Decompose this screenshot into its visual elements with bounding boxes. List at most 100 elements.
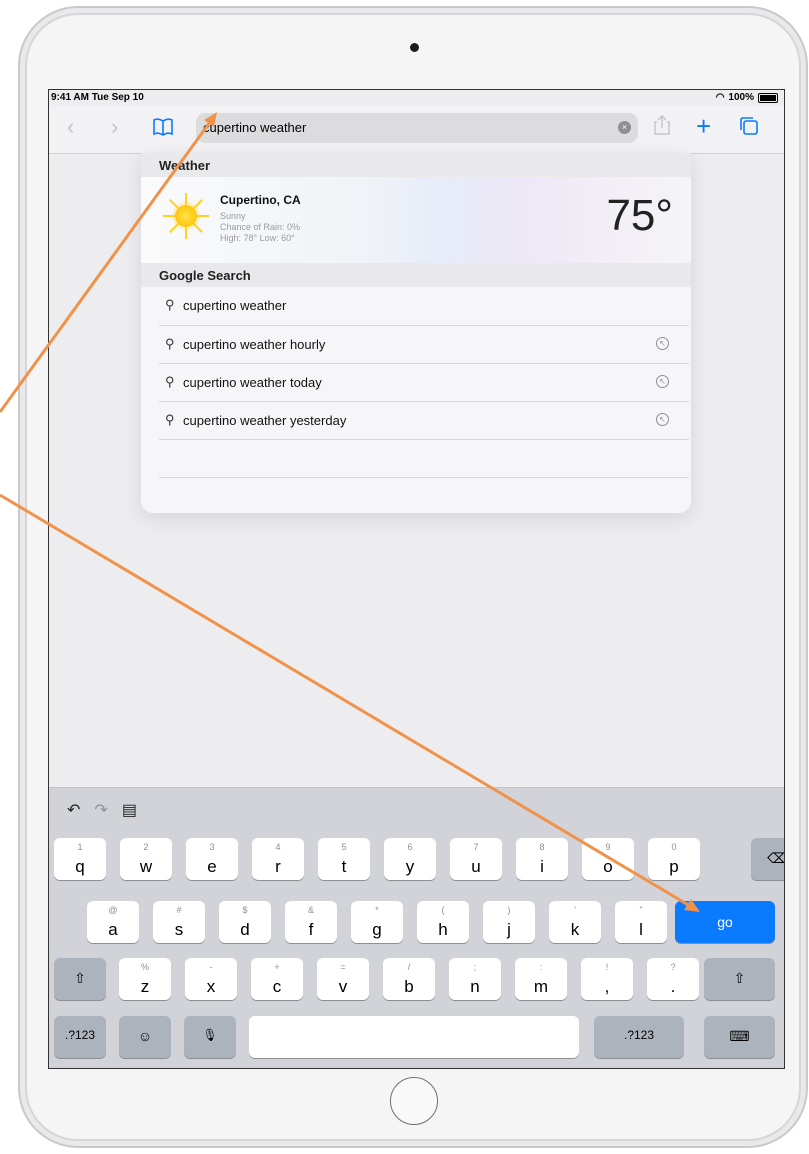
key-r[interactable]: 4r xyxy=(252,838,304,880)
key-c[interactable]: + c xyxy=(251,958,303,1000)
key-label: f xyxy=(308,920,314,939)
key-label: g xyxy=(372,920,382,939)
key-p[interactable]: 0p xyxy=(648,838,700,880)
key-alt-label: 7 xyxy=(473,842,479,852)
key-k[interactable]: ’ k xyxy=(549,901,601,943)
weather-card[interactable]: Cupertino, CA Sunny Chance of Rain: 0% H… xyxy=(141,177,691,263)
key-label: i xyxy=(540,857,544,876)
numbers-key-left[interactable]: .?123 xyxy=(54,1016,106,1058)
key-b[interactable]: / b xyxy=(383,958,435,1000)
key-alt-label: % xyxy=(140,962,149,972)
keyboard-dismiss-icon: ⌨ xyxy=(729,1028,750,1044)
key-z[interactable]: % z xyxy=(119,958,171,1000)
key-y[interactable]: 6y xyxy=(384,838,436,880)
onscreen-keyboard: ↶ ↷ ▤ 1q2w3e4r5t6y7u8i9o0p @ a # s $ d & f * g(h)… xyxy=(49,787,784,1068)
key-d[interactable]: $ d xyxy=(219,901,271,943)
numbers-label: .?123 xyxy=(623,1028,655,1042)
fill-arrow-icon[interactable]: ↖ xyxy=(656,375,669,388)
suggestion-row[interactable]: ⚲ cupertino weather today ↖ xyxy=(159,363,689,402)
key-,[interactable]: !, xyxy=(581,958,633,1000)
suggestion-row[interactable]: ⚲ cupertino weather xyxy=(159,287,689,325)
key-g[interactable]: * g xyxy=(351,901,403,943)
key-e[interactable]: 3e xyxy=(186,838,238,880)
new-tab-button[interactable]: + xyxy=(696,111,711,141)
key-h[interactable]: (h xyxy=(417,901,469,943)
suggestion-row[interactable]: ⚲ cupertino weather hourly ↖ xyxy=(159,325,689,364)
key-alt-label: ) xyxy=(507,905,511,915)
key-a[interactable]: @ a xyxy=(87,901,139,943)
key-j[interactable]: ) j xyxy=(483,901,535,943)
key-w[interactable]: 2w xyxy=(120,838,172,880)
dictation-key[interactable]: 🎙 xyxy=(184,1016,236,1058)
key-label: c xyxy=(272,977,282,996)
emoji-key[interactable]: ☺ xyxy=(119,1016,171,1058)
key-alt-label: ( xyxy=(441,905,445,915)
key-alt-label: @ xyxy=(108,905,118,915)
key-label: v xyxy=(338,977,348,996)
key-alt-label: + xyxy=(274,962,280,972)
tabs-icon xyxy=(740,117,758,135)
tabs-button[interactable] xyxy=(739,114,759,144)
address-bar[interactable]: cupertino weather × xyxy=(196,113,638,143)
key-t[interactable]: 5t xyxy=(318,838,370,880)
forward-button[interactable]: › xyxy=(111,112,118,142)
key-v[interactable]: = v xyxy=(317,958,369,1000)
redo-icon[interactable]: ↷ xyxy=(94,800,107,820)
key-x[interactable]: -x xyxy=(185,958,237,1000)
key-o[interactable]: 9o xyxy=(582,838,634,880)
delete-key[interactable]: ⌫ xyxy=(751,838,784,880)
key-n[interactable]: ; n xyxy=(449,958,501,1000)
space-bar[interactable] xyxy=(249,1016,579,1058)
key-alt-label: & xyxy=(307,905,314,915)
key-u[interactable]: 7u xyxy=(450,838,502,880)
back-button[interactable]: ‹ xyxy=(67,112,74,142)
key-label: s xyxy=(174,920,184,939)
weather-city: Cupertino, CA xyxy=(220,193,301,207)
weather-section-header: Weather xyxy=(141,153,691,177)
search-input[interactable]: cupertino weather xyxy=(203,120,306,135)
undo-icon[interactable]: ↶ xyxy=(67,800,80,820)
key-label: j xyxy=(507,920,511,939)
key-alt-label: ; xyxy=(473,962,477,972)
go-key[interactable]: go xyxy=(675,901,775,943)
search-suggestions: Weather Cupertino, CA Sunny Chance of Ra… xyxy=(141,153,691,513)
paste-icon[interactable]: ▤ xyxy=(122,800,137,820)
numbers-key-right[interactable]: .?123 xyxy=(594,1016,684,1058)
fill-arrow-icon[interactable]: ↖ xyxy=(656,413,669,426)
weather-highlow: High: 78° Low: 60° xyxy=(220,233,295,243)
clear-icon[interactable]: × xyxy=(618,121,631,134)
weather-section-label: Weather xyxy=(159,158,211,173)
key-label: x xyxy=(206,977,216,996)
dismiss-keyboard-key[interactable]: ⌨ xyxy=(704,1016,775,1058)
share-button[interactable] xyxy=(654,113,670,143)
key-s[interactable]: # s xyxy=(153,901,205,943)
shift-key-left[interactable]: ⇧ xyxy=(54,958,106,1000)
key-label: m xyxy=(533,977,549,996)
key-label: . xyxy=(670,977,676,996)
key-m[interactable]: :m xyxy=(515,958,567,1000)
key-.[interactable]: ?. xyxy=(647,958,699,1000)
key-alt-label: 6 xyxy=(407,842,413,852)
mic-icon: 🎙 xyxy=(202,1028,218,1042)
key-f[interactable]: & f xyxy=(285,901,337,943)
fill-arrow-icon[interactable]: ↖ xyxy=(656,337,669,350)
key-alt-label: / xyxy=(407,962,411,972)
share-icon xyxy=(654,115,670,135)
suggestion-row[interactable]: ⚲ cupertino weather yesterday ↖ xyxy=(159,401,689,440)
key-label: w xyxy=(139,857,153,876)
key-label: , xyxy=(604,977,610,996)
bookmarks-button[interactable] xyxy=(153,114,173,144)
google-section-header: Google Search xyxy=(141,263,691,287)
suggestion-text: cupertino weather today xyxy=(183,375,322,390)
key-l[interactable]: ” l xyxy=(615,901,667,943)
keyboard-shortcuts: ↶ ↷ ▤ xyxy=(67,800,137,820)
key-label: y xyxy=(405,857,415,876)
shift-key-right[interactable]: ⇧ xyxy=(704,958,775,1000)
key-alt-label: # xyxy=(176,905,182,915)
key-i[interactable]: 8i xyxy=(516,838,568,880)
home-button[interactable] xyxy=(390,1077,438,1125)
key-alt-label: 5 xyxy=(341,842,347,852)
key-alt-label: 2 xyxy=(143,842,149,852)
key-alt-label: ” xyxy=(639,905,643,915)
key-q[interactable]: 1q xyxy=(54,838,106,880)
